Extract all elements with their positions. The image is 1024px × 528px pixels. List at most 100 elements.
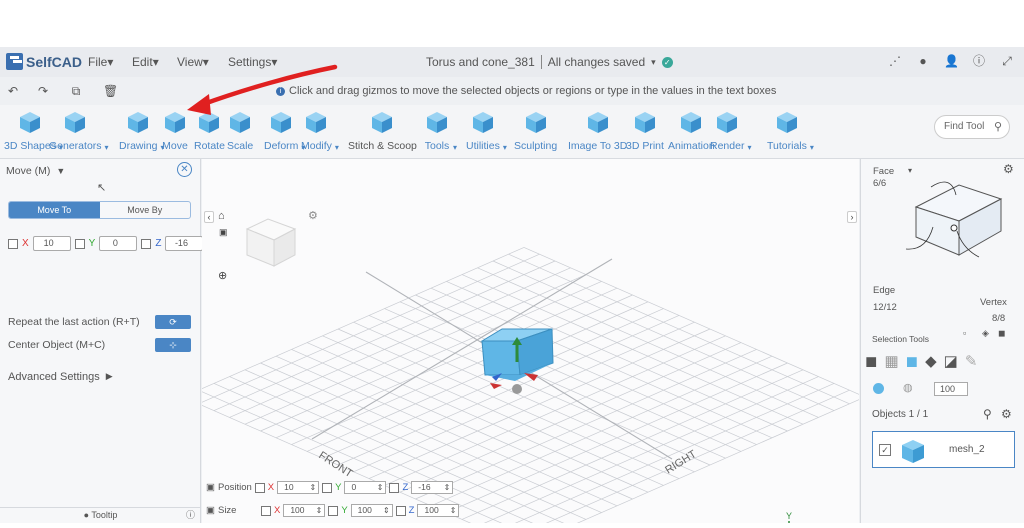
search-objects-icon[interactable]: ⚲ xyxy=(983,407,992,421)
sphere-select-icon[interactable]: ◍ xyxy=(903,381,913,394)
pos-z-input[interactable]: -16 xyxy=(411,481,454,494)
circle-select-icon[interactable] xyxy=(873,383,884,394)
pos-y-input[interactable]: 0 xyxy=(344,481,387,494)
home-icon[interactable]: ⌂ xyxy=(218,210,225,222)
wire-select-icon[interactable]: ▦ xyxy=(884,352,898,370)
save-status-dropdown-icon[interactable]: ▾ xyxy=(651,57,656,68)
y-value-input[interactable]: 0 xyxy=(99,236,138,251)
tool-dropdown-icon[interactable]: ▾ xyxy=(105,143,109,152)
face-select-icon[interactable]: ◼ xyxy=(906,352,918,370)
view-cube[interactable] xyxy=(245,218,297,267)
tool-label: Generators xyxy=(49,140,102,152)
z-lock-checkbox[interactable] xyxy=(141,238,152,249)
select-tool-a-icon[interactable]: ▫ xyxy=(963,328,966,338)
tool-label: Render xyxy=(710,140,745,152)
tool-utilities[interactable]: Utilities ▾ xyxy=(466,109,507,152)
tool-dropdown-icon[interactable]: ▾ xyxy=(453,143,457,152)
pos-z-label: Z xyxy=(402,482,409,493)
advanced-settings-toggle[interactable]: Advanced Settings ▶ xyxy=(8,371,113,383)
tool-label: Rotate xyxy=(194,140,225,152)
info-icon[interactable]: ⓘ xyxy=(972,54,986,68)
selection-mode-cube[interactable] xyxy=(901,169,1011,259)
menu-edit[interactable]: Edit▾ xyxy=(132,55,159,69)
object-visible-checkbox[interactable]: ✓ xyxy=(879,444,891,456)
pos-y-checkbox[interactable] xyxy=(322,482,333,493)
edge-select-icon[interactable]: ◆ xyxy=(925,352,937,370)
z-value-input[interactable]: -16 xyxy=(165,236,204,251)
size-icon: ▣ xyxy=(206,505,215,516)
undo-icon[interactable]: ↶ xyxy=(6,84,20,98)
tooltip-help-icon[interactable]: ⓘ xyxy=(186,508,195,523)
search-icon[interactable]: ⚲ xyxy=(994,120,1002,133)
find-tool-input[interactable]: Find Tool ⚲ xyxy=(934,115,1010,139)
size-x-input[interactable]: 100 xyxy=(283,504,326,517)
pos-x-checkbox[interactable] xyxy=(254,482,265,493)
size-z-checkbox[interactable] xyxy=(395,505,406,516)
face-label[interactable]: Face xyxy=(873,166,894,177)
tool-dropdown-icon[interactable]: ▾ xyxy=(747,143,751,152)
tool-dropdown-icon[interactable]: ▾ xyxy=(810,143,814,152)
tool-sculpting[interactable]: Sculpting xyxy=(514,109,557,152)
edge-label[interactable]: Edge xyxy=(873,285,895,296)
tool-dropdown-icon[interactable]: ▾ xyxy=(503,143,507,152)
3d-viewport[interactable]: FRONT RIGHT Y ‹ ⌂ ▣ ⊕ ⚙ › xyxy=(182,159,866,528)
tool-tools[interactable]: Tools ▾ xyxy=(424,109,457,152)
x-lock-checkbox[interactable] xyxy=(8,238,18,249)
size-z-input[interactable]: 100 xyxy=(417,504,460,517)
y-lock-checkbox[interactable] xyxy=(74,238,85,249)
selfcad-logo[interactable]: SelfCAD xyxy=(6,53,82,70)
screenshot-icon[interactable]: ▣ xyxy=(219,227,228,238)
notification-bell-icon[interactable]: ● xyxy=(916,54,930,68)
brush-select-icon[interactable]: ✎ xyxy=(965,352,978,370)
panel-dropdown-icon[interactable]: ▼ xyxy=(56,166,65,176)
object-list-item[interactable]: ✓ mesh_2 xyxy=(872,431,1015,468)
repeat-action-button[interactable]: ⟳ xyxy=(155,315,191,329)
vertex-select-icon[interactable]: ◪ xyxy=(944,352,958,370)
orientation-icon[interactable]: ⊕ xyxy=(218,269,227,282)
size-x-checkbox[interactable] xyxy=(260,505,271,516)
tool-stitch-scoop[interactable]: Stitch & Scoop xyxy=(348,109,417,152)
tool-drawing[interactable]: Drawing ▾ xyxy=(119,109,165,152)
tool-generators[interactable]: Generators ▾ xyxy=(49,109,109,152)
select-tool-c-icon[interactable]: ◼ xyxy=(998,328,1005,339)
x-value-input[interactable]: 10 xyxy=(32,236,71,251)
scene-light-icon[interactable]: ⚙ xyxy=(308,209,318,222)
tool-dropdown-icon[interactable]: ▾ xyxy=(335,143,339,152)
mesh-thumbnail-icon xyxy=(902,440,924,463)
tool-label: Move xyxy=(162,140,188,152)
pos-x-input[interactable]: 10 xyxy=(277,481,320,494)
collapse-right-icon[interactable]: › xyxy=(847,211,857,223)
size-y-checkbox[interactable] xyxy=(328,505,339,516)
tool-animation[interactable]: Animation xyxy=(668,109,715,152)
tool-render[interactable]: Render ▾ xyxy=(710,109,751,152)
objects-settings-icon[interactable]: ⚙ xyxy=(1001,407,1012,421)
document-title-area: Torus and cone_381 All changes saved ▾ ✓ xyxy=(426,55,673,69)
center-object-button[interactable]: ⊹ xyxy=(155,338,191,352)
solid-select-icon[interactable]: ◼ xyxy=(865,352,877,370)
collapse-left-icon[interactable]: ‹ xyxy=(204,211,214,223)
fullscreen-icon[interactable]: ⤢ xyxy=(1000,54,1014,68)
pos-z-checkbox[interactable] xyxy=(389,482,400,493)
move-by-tab[interactable]: Move By xyxy=(100,202,191,218)
size-y-input[interactable]: 100 xyxy=(350,504,393,517)
viewport-scene[interactable]: FRONT RIGHT Y xyxy=(182,159,866,528)
tooltip-bar[interactable]: ● Tooltip ⓘ xyxy=(0,507,201,523)
save-status[interactable]: All changes saved xyxy=(548,55,645,69)
delete-icon[interactable]: 🗑 xyxy=(103,84,118,98)
redo-icon[interactable]: ↷ xyxy=(36,84,50,98)
tool-3d-print[interactable]: 3D Print xyxy=(626,109,664,152)
size-z-label: Z xyxy=(408,505,415,516)
menu-file[interactable]: File▾ xyxy=(88,55,113,69)
user-icon[interactable]: 👤 xyxy=(944,54,959,68)
copy-icon[interactable]: ⧉ xyxy=(69,84,83,98)
close-panel-icon[interactable]: ✕ xyxy=(177,162,192,177)
share-icon[interactable]: ⋰ xyxy=(888,54,902,68)
tool-image-to-3d[interactable]: Image To 3D xyxy=(568,109,627,152)
tool-tutorials[interactable]: Tutorials ▾ xyxy=(767,109,814,152)
vertex-label[interactable]: Vertex xyxy=(980,297,1007,308)
select-tool-b-icon[interactable]: ◈ xyxy=(982,328,989,339)
panel-header[interactable]: Move (M) ▼ xyxy=(6,165,65,177)
opacity-input[interactable]: 100 xyxy=(934,382,968,396)
document-title[interactable]: Torus and cone_381 xyxy=(426,55,535,69)
move-to-tab[interactable]: Move To xyxy=(9,202,100,218)
